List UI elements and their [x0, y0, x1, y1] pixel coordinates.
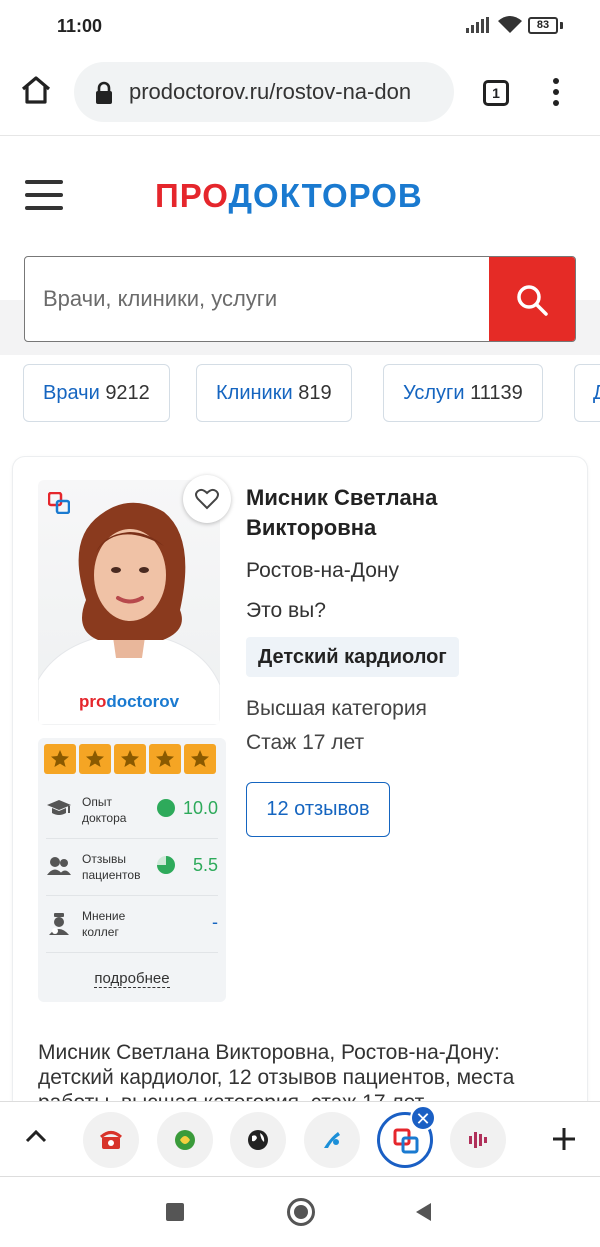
favorite-button[interactable]: [183, 475, 231, 523]
logo-blue-part: ДОКТОРОВ: [228, 177, 423, 214]
chevron-up-icon[interactable]: [24, 1128, 48, 1144]
patients-icon: [47, 857, 71, 875]
url-text: prodoctorov.ru/rostov-na-don: [129, 79, 412, 104]
rating-label: Опыт доктора: [82, 795, 127, 825]
more-details-link[interactable]: подробнее: [38, 970, 226, 988]
more-menu-icon[interactable]: [553, 78, 559, 111]
chip-clinics[interactable]: Клиники 819: [196, 364, 352, 422]
doctor-card: prodoctorov Мисник Светлана Викторовна Р…: [13, 457, 587, 1117]
search-box[interactable]: Врачи, клиники, услуги: [24, 256, 576, 342]
signal-icon: [466, 17, 489, 33]
is-you-link[interactable]: Это вы?: [246, 599, 326, 623]
wifi-icon: [498, 16, 522, 33]
search-button[interactable]: [489, 257, 575, 341]
chip-label: Врачи: [43, 382, 100, 404]
rating-value: -: [212, 912, 218, 932]
star-icon: [79, 744, 111, 774]
browser-toolbar: prodoctorov.ru/rostov-na-don 1: [0, 54, 600, 136]
hamburger-menu-icon[interactable]: [25, 180, 63, 210]
chip-count: 819: [298, 382, 332, 404]
status-bar: 11:00 83: [0, 0, 600, 54]
score-full-dot-icon: [157, 799, 175, 817]
rating-row-colleagues: Мнение коллег -: [46, 896, 218, 953]
system-nav-bar: [0, 1178, 600, 1247]
star-icon: [184, 744, 216, 774]
tab-audio-app[interactable]: [450, 1112, 506, 1168]
search-icon: [517, 285, 548, 316]
heart-icon: [195, 488, 219, 510]
home-icon[interactable]: [20, 75, 52, 105]
close-tab-button[interactable]: ✕: [410, 1105, 436, 1131]
tab-swimmer-app[interactable]: [304, 1112, 360, 1168]
star-icon: [44, 744, 76, 774]
tab-switcher-button[interactable]: 1: [483, 80, 509, 106]
graduation-cap-icon: [47, 800, 71, 815]
tab-phone-app[interactable]: [83, 1112, 139, 1168]
site-logo[interactable]: ПРОДОКТОРОВ: [155, 177, 423, 215]
chip-label: Услуги: [403, 382, 465, 404]
rating-value: 5.5: [192, 855, 218, 875]
doctor-name[interactable]: Мисник Светлана Викторовна: [246, 483, 566, 543]
reviews-button[interactable]: 12 отзывов: [246, 782, 390, 837]
browser-tab-dock: [0, 1101, 600, 1177]
star-icon: [149, 744, 181, 774]
globe-icon: [248, 1130, 268, 1150]
battery-tip: [560, 22, 563, 29]
chip-more[interactable]: Д: [574, 364, 600, 422]
search-input[interactable]: Врачи, клиники, услуги: [43, 286, 277, 312]
doctor-icon: [49, 913, 69, 935]
rating-value: 10.0: [182, 798, 218, 818]
chip-services[interactable]: Услуги 11139: [383, 364, 543, 422]
address-bar[interactable]: prodoctorov.ru/rostov-na-don: [74, 62, 454, 122]
rating-label: Отзывы пациентов: [82, 852, 141, 882]
rating-label: Мнение коллег: [82, 909, 126, 939]
doctor-category: Высшая категория: [246, 697, 427, 720]
new-tab-plus-icon[interactable]: [551, 1126, 577, 1152]
swimmer-app-icon: [324, 1132, 340, 1148]
tab-green-app[interactable]: [157, 1112, 213, 1168]
home-button[interactable]: [287, 1198, 315, 1226]
chip-count: 9212: [105, 382, 150, 404]
chip-doctors[interactable]: Врачи 9212: [23, 364, 170, 422]
chip-label: Клиники: [216, 382, 293, 404]
lock-icon: [96, 81, 112, 104]
phone-app-icon: [99, 1131, 123, 1149]
star-icon: [114, 744, 146, 774]
green-app-icon: [175, 1130, 195, 1150]
doctor-experience: Стаж 17 лет: [246, 731, 365, 754]
rating-stars: [44, 744, 216, 774]
audio-app-icon: [469, 1132, 487, 1148]
prodoctorov-app-icon: [393, 1128, 419, 1154]
tab-globe[interactable]: [230, 1112, 286, 1168]
photo-watermark: prodoctorov: [78, 692, 180, 711]
rating-row-experience: Опыт доктора 10.0: [46, 782, 218, 839]
rating-row-reviews: Отзывы пациентов 5.5: [46, 839, 218, 896]
chip-label: Д: [593, 382, 600, 404]
back-icon[interactable]: [414, 1202, 432, 1222]
rating-panel: Опыт доктора 10.0 Отзывы пациентов 5.5 М…: [38, 738, 226, 1002]
recents-button[interactable]: [166, 1203, 184, 1221]
doctor-city: Ростов-на-Дону: [246, 559, 399, 582]
battery-icon: 83: [528, 17, 558, 34]
logo-red-part: ПРО: [155, 177, 229, 214]
chip-count: 11139: [470, 382, 523, 404]
prodoctorov-mini-logo: [48, 492, 70, 514]
specialty-badge[interactable]: Детский кардиолог: [246, 637, 459, 677]
score-partial-dot-icon: [157, 856, 175, 874]
status-time: 11:00: [57, 16, 103, 36]
